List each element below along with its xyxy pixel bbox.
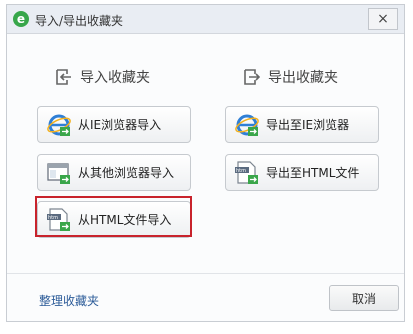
close-icon: ×: [377, 11, 389, 27]
cancel-button[interactable]: 取消: [329, 285, 399, 311]
import-arrow-icon: [56, 69, 71, 85]
import-from-other-browser-label: 从其他浏览器导入: [78, 166, 175, 180]
import-from-ie-label: 从IE浏览器导入: [78, 118, 162, 132]
export-to-html-button[interactable]: htm 导出至HTML文件: [225, 154, 379, 191]
export-to-ie-button[interactable]: 导出至IE浏览器: [225, 106, 379, 143]
html-file-icon: htm: [235, 160, 258, 184]
export-to-html-label: 导出至HTML文件: [266, 166, 360, 180]
import-section-header: 导入收藏夹: [54, 67, 150, 87]
import-section-title: 导入收藏夹: [80, 70, 150, 86]
export-section-title: 导出收藏夹: [268, 70, 338, 86]
browser-logo-icon: e: [13, 11, 29, 27]
import-from-ie-button[interactable]: 从IE浏览器导入: [37, 106, 191, 143]
close-button[interactable]: ×: [368, 8, 398, 30]
export-section-header: 导出收藏夹: [242, 67, 338, 87]
export-arrow-icon: [244, 69, 260, 85]
organize-favorites-link[interactable]: 整理收藏夹: [39, 292, 99, 309]
import-from-other-browser-button[interactable]: 从其他浏览器导入: [37, 154, 191, 191]
title-bar: e 导入/导出收藏夹 ×: [7, 5, 404, 34]
export-to-ie-label: 导出至IE浏览器: [266, 118, 350, 132]
footer-divider: [7, 273, 404, 274]
import-export-dialog: e 导入/导出收藏夹 × 导入收藏夹 导出收藏夹 从IE浏览器导入 从其他浏览器…: [6, 4, 405, 322]
dialog-title: 导入/导出收藏夹: [35, 14, 124, 28]
ie-browser-icon: [235, 114, 259, 136]
svg-text:htm: htm: [236, 168, 246, 174]
browser-window-icon: [47, 162, 70, 184]
highlight-annotation-box: [35, 196, 192, 237]
ie-browser-icon: [47, 114, 71, 136]
